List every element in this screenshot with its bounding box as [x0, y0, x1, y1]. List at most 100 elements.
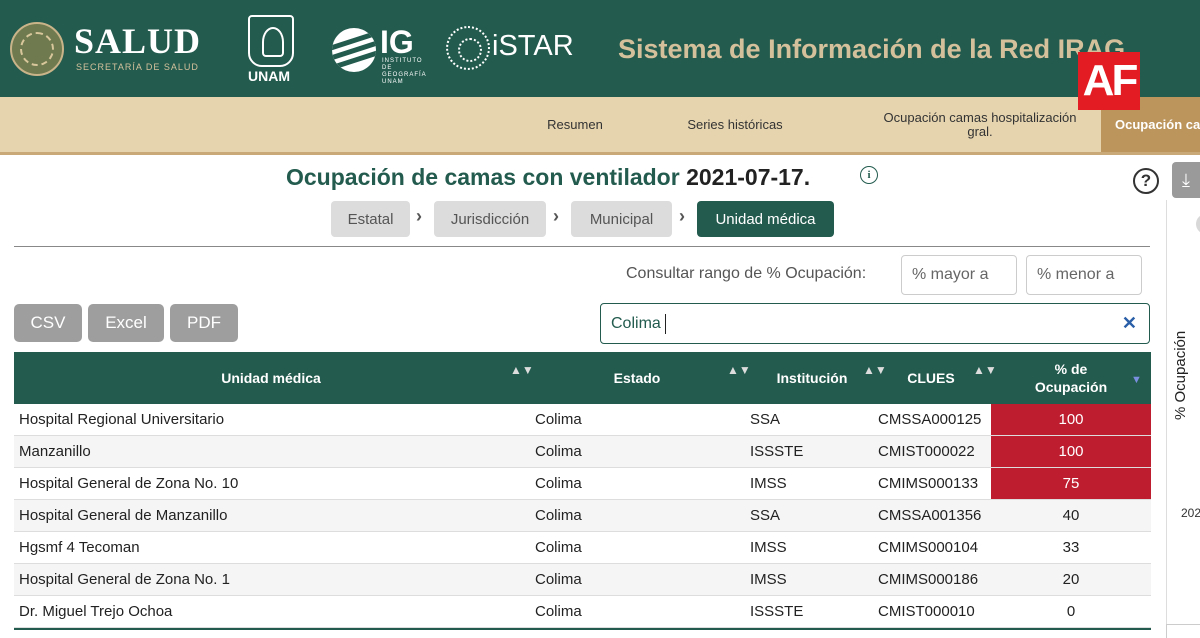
istar-logo-label: iSTAR: [492, 30, 574, 62]
sort-desc-icon[interactable]: ▼: [1131, 374, 1142, 386]
ig-globe-icon: [332, 28, 376, 72]
table-row[interactable]: Manzanillo Colima ISSSTE CMIST000022 100: [14, 436, 1151, 468]
cell-clues: CMSSA000125: [878, 411, 982, 428]
range-filter-label: Consultar rango de % Ocupación:: [626, 265, 867, 282]
breadcrumb-unidad-medica[interactable]: Unidad médica: [697, 201, 834, 237]
salud-logo-title: SALUD: [74, 21, 202, 61]
sort-icon[interactable]: ▲▼: [510, 364, 534, 376]
table-bottom-border: [14, 628, 1151, 630]
help-icon[interactable]: ?: [1133, 168, 1159, 194]
salud-logo-subtitle: SECRETARÍA DE SALUD: [76, 62, 199, 72]
cell-estado: Colima: [535, 603, 582, 620]
cell-unidad: Manzanillo: [19, 443, 91, 460]
af-watermark-logo: AF: [1078, 52, 1140, 110]
page-title-date: 2021-07-17.: [686, 164, 811, 190]
pdf-button[interactable]: PDF: [170, 304, 238, 342]
column-header-unidad-label: Unidad médica: [221, 370, 321, 386]
excel-button[interactable]: Excel: [88, 304, 164, 342]
table-header: Unidad médica ▲▼ Estado ▲▼ Institución ▲…: [14, 352, 1151, 404]
mexico-seal-icon: [10, 22, 64, 76]
download-icon[interactable]: ⤓: [1172, 162, 1200, 198]
breadcrumb-municipal[interactable]: Municipal: [571, 201, 672, 237]
cell-estado: Colima: [535, 411, 582, 428]
sort-icon[interactable]: ▲▼: [863, 364, 887, 376]
breadcrumb-jurisdiccion[interactable]: Jurisdicción: [434, 201, 546, 237]
unam-shield-icon: [248, 15, 294, 67]
section-divider: [14, 246, 1150, 247]
column-header-clues[interactable]: CLUES: [878, 352, 984, 404]
cell-clues: CMIMS000186: [878, 571, 979, 588]
column-header-ocupacion-line1: % de: [1054, 361, 1088, 377]
ig-logo-subtitle: INSTITUTO DE GEOGRAFÍA UNAM: [382, 58, 427, 85]
cell-institucion: IMSS: [750, 571, 787, 588]
nav-item-resumen[interactable]: Resumen: [520, 97, 630, 152]
cell-clues: CMIST000022: [878, 443, 975, 460]
search-input-value: Colima: [611, 315, 661, 332]
table-row[interactable]: Hospital General de Zona No. 1 Colima IM…: [14, 564, 1151, 596]
cell-unidad: Hospital General de Zona No. 10: [19, 475, 239, 492]
cell-ocupacion: 20: [1062, 571, 1080, 588]
range-max-input[interactable]: [1026, 255, 1142, 295]
cell-estado: Colima: [535, 475, 582, 492]
side-chart-frame: [1166, 624, 1200, 638]
table-row[interactable]: Hgsmf 4 Tecoman Colima IMSS CMIMS000104 …: [14, 532, 1151, 564]
site-header: SALUD SECRETARÍA DE SALUD UNAM IG INSTIT…: [0, 0, 1200, 97]
cell-ocupacion: 100: [991, 404, 1151, 435]
cell-estado: Colima: [535, 539, 582, 556]
table-row[interactable]: Hospital Regional Universitario Colima S…: [14, 404, 1151, 436]
cell-institucion: ISSSTE: [750, 443, 804, 460]
cell-estado: Colima: [535, 507, 582, 524]
cell-unidad: Hgsmf 4 Tecoman: [19, 539, 140, 556]
column-header-ocupacion[interactable]: % de Ocupación: [991, 352, 1151, 404]
column-header-unidad[interactable]: Unidad médica: [14, 352, 528, 404]
breadcrumb-estatal[interactable]: Estatal: [331, 201, 410, 237]
column-header-clues-label: CLUES: [907, 370, 955, 386]
main-nav: Resumen Series históricas Ocupación cama…: [0, 97, 1200, 155]
cell-clues: CMIMS000133: [878, 475, 979, 492]
nav-item-ocupacion-camas-gral[interactable]: Ocupación camas hospitalización gral.: [862, 97, 1098, 152]
breadcrumb-chevron-icon: ›: [679, 206, 685, 226]
page-title-text: Ocupación de camas con ventilador: [286, 164, 680, 190]
side-chart-ylabel: % Ocupación: [1172, 330, 1189, 420]
cell-ocupacion: 40: [1062, 507, 1080, 524]
cell-institucion: SSA: [750, 507, 781, 524]
column-header-institucion-label: Institución: [776, 370, 848, 386]
sort-icon[interactable]: ▲▼: [727, 364, 751, 376]
table-row[interactable]: Hospital General de Manzanillo Colima SS…: [14, 500, 1151, 532]
range-min-input[interactable]: [901, 255, 1017, 295]
breadcrumb-chevron-icon: ›: [553, 206, 559, 226]
cell-institucion: IMSS: [750, 475, 787, 492]
cell-unidad: Dr. Miguel Trejo Ochoa: [19, 603, 173, 620]
cell-unidad: Hospital Regional Universitario: [19, 411, 225, 428]
cell-ocupacion: 75: [991, 468, 1151, 499]
cell-ocupacion: 100: [991, 436, 1151, 467]
clear-search-icon[interactable]: ✕: [1122, 313, 1137, 334]
breadcrumb-chevron-icon: ›: [416, 206, 422, 226]
cell-clues: CMIMS000104: [878, 539, 979, 556]
cell-clues: CMSSA001356: [878, 507, 982, 524]
column-header-estado[interactable]: Estado: [528, 352, 746, 404]
info-icon[interactable]: i: [860, 166, 878, 184]
table-row[interactable]: Hospital General de Zona No. 10 Colima I…: [14, 468, 1151, 500]
sort-icon[interactable]: ▲▼: [973, 364, 997, 376]
cell-ocupacion: 33: [1062, 539, 1080, 556]
cell-unidad: Hospital General de Zona No. 1: [19, 571, 230, 588]
table-row[interactable]: Dr. Miguel Trejo Ochoa Colima ISSSTE CMI…: [14, 596, 1151, 628]
cell-ocupacion: 0: [1066, 603, 1076, 620]
nav-item-series-historicas[interactable]: Series históricas: [660, 97, 810, 152]
column-header-institucion[interactable]: Institución: [746, 352, 878, 404]
text-caret: [665, 314, 666, 334]
column-header-ocupacion-line2: Ocupación: [1034, 379, 1108, 395]
cell-institucion: SSA: [750, 411, 781, 428]
hospital-table: Unidad médica ▲▼ Estado ▲▼ Institución ▲…: [14, 352, 1151, 628]
istar-network-icon: [446, 26, 490, 70]
ig-logo-label: IG: [380, 24, 414, 60]
cell-clues: CMIST000010: [878, 603, 975, 620]
search-input[interactable]: Colima ✕: [600, 303, 1150, 344]
cell-estado: Colima: [535, 571, 582, 588]
cell-estado: Colima: [535, 443, 582, 460]
unam-logo-label: UNAM: [248, 68, 290, 84]
column-header-estado-label: Estado: [613, 370, 661, 386]
cell-institucion: ISSSTE: [750, 603, 804, 620]
csv-button[interactable]: CSV: [14, 304, 82, 342]
